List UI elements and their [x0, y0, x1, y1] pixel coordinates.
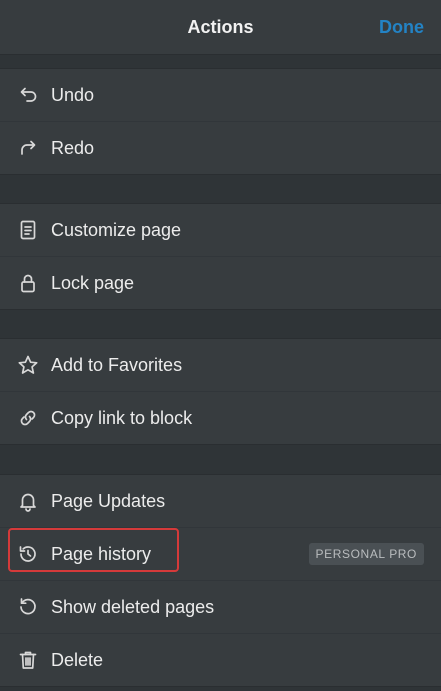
add-to-favorites-action[interactable]: Add to Favorites — [0, 339, 441, 391]
actions-sheet: Actions Done Undo Redo Customize page Lo… — [0, 0, 441, 691]
sheet-title: Actions — [187, 17, 254, 37]
show-deleted-pages-action[interactable]: Show deleted pages — [0, 580, 441, 633]
trash-icon — [17, 649, 39, 671]
document-icon — [17, 219, 39, 241]
page-history-action[interactable]: Page history PERSONAL PRO — [0, 527, 441, 580]
actions-header: Actions Done — [0, 0, 441, 55]
customize-page-action[interactable]: Customize page — [0, 204, 441, 256]
lock-page-action[interactable]: Lock page — [0, 256, 441, 309]
show-deleted-pages-label: Show deleted pages — [51, 596, 215, 617]
share-actions-group: Add to Favorites Copy link to block — [0, 338, 441, 445]
customize-page-label: Customize page — [51, 219, 182, 240]
lock-page-label: Lock page — [51, 272, 135, 293]
undo-label: Undo — [51, 84, 95, 105]
bell-icon — [17, 490, 39, 512]
redo-icon — [17, 137, 39, 159]
lock-icon — [17, 272, 39, 294]
history-actions-group: Undo Redo — [0, 68, 441, 175]
page-history-label: Page history — [51, 543, 152, 564]
redo-action[interactable]: Redo — [0, 121, 441, 174]
undo-icon — [17, 84, 39, 106]
delete-action[interactable]: Delete — [0, 633, 441, 686]
add-to-favorites-label: Add to Favorites — [51, 354, 183, 375]
copy-link-action[interactable]: Copy link to block — [0, 391, 441, 444]
star-icon — [17, 354, 39, 376]
page-management-group: Page Updates Page history PERSONAL PRO S… — [0, 474, 441, 687]
undo-action[interactable]: Undo — [0, 69, 441, 121]
page-settings-group: Customize page Lock page — [0, 203, 441, 310]
link-icon — [17, 407, 39, 429]
copy-link-label: Copy link to block — [51, 407, 193, 428]
restore-icon — [17, 596, 39, 618]
redo-label: Redo — [51, 137, 95, 158]
page-updates-action[interactable]: Page Updates — [0, 475, 441, 527]
done-button[interactable]: Done — [379, 17, 424, 38]
delete-label: Delete — [51, 649, 104, 670]
history-icon — [17, 543, 39, 565]
page-updates-label: Page Updates — [51, 490, 166, 511]
personal-pro-badge: PERSONAL PRO — [308, 543, 424, 565]
